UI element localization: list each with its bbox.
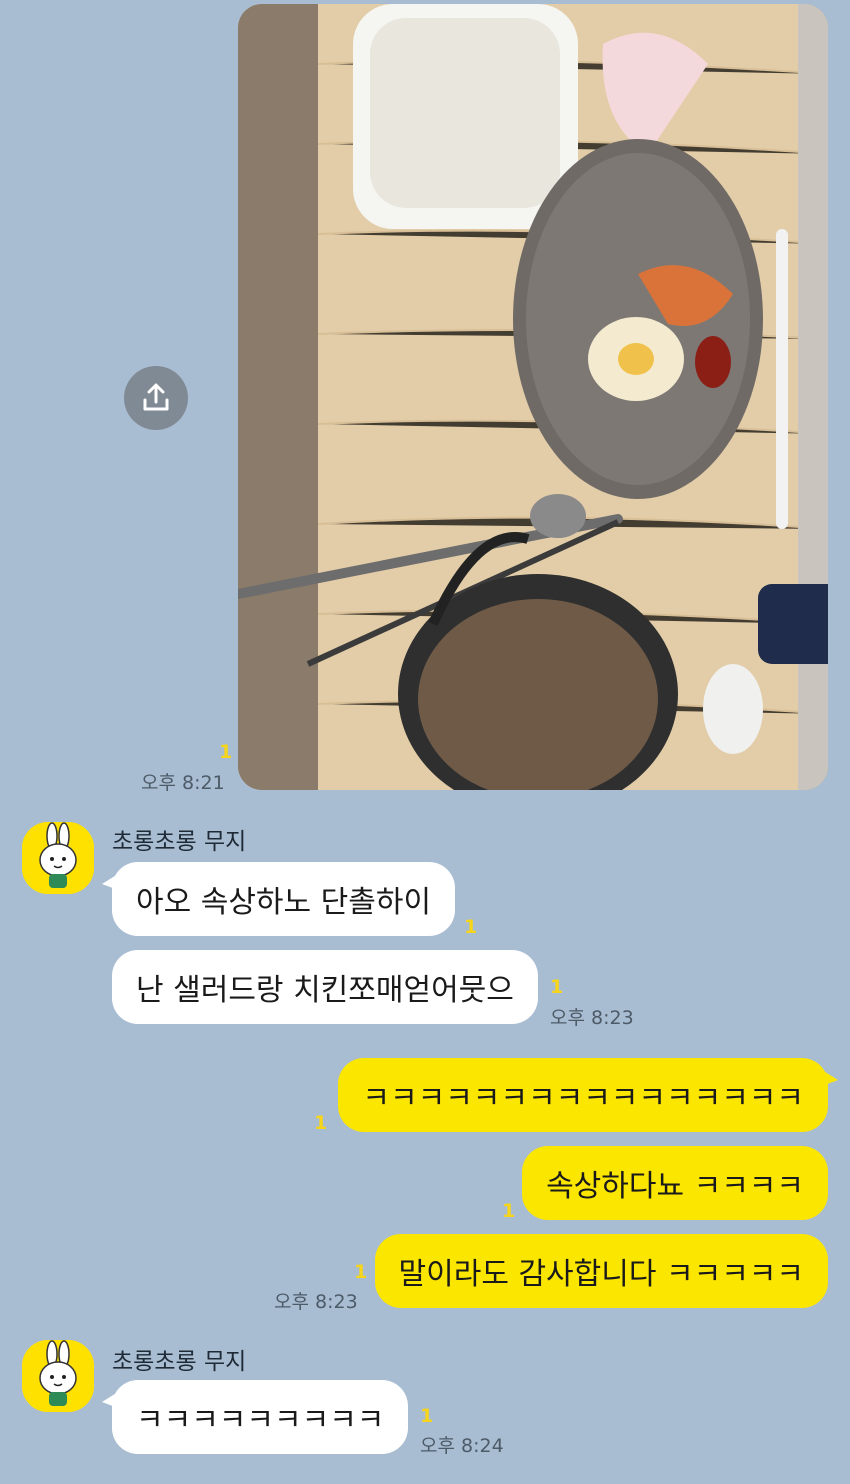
message-text: 아오 속상하노 단촐하이 [136,885,432,920]
message-time: 오후 8:21 [141,772,225,794]
unread-count: 1 [502,1200,516,1222]
bubble-tail [822,1070,838,1086]
bubble-tail [102,874,118,890]
muzi-avatar-icon [22,1340,94,1412]
muzi-avatar-icon [22,822,94,894]
unread-count: 1 [550,976,564,998]
message-bubble[interactable]: ㅋㅋㅋㅋㅋㅋㅋㅋㅋ [102,1380,409,1454]
sender-name: 초롱초롱 무지 [112,1349,247,1375]
share-icon [143,383,169,411]
message-bubble[interactable]: 난 샐러드랑 치킨쪼매얻어뭇으 [112,950,538,1024]
unread-count: 1 [314,1112,328,1134]
unread-count: 1 [354,1261,368,1283]
unread-count: 1 [219,741,233,763]
message-bubble[interactable]: 속상하다뇨 ㅋㅋㅋㅋ [522,1146,828,1220]
message-time: 오후 8:24 [420,1435,504,1457]
avatar[interactable] [22,1340,94,1412]
message-bubble[interactable]: ㅋㅋㅋㅋㅋㅋㅋㅋㅋㅋㅋㅋㅋㅋㅋㅋ [338,1058,838,1132]
message-time: 오후 8:23 [550,1007,634,1029]
message-text: ㅋㅋㅋㅋㅋㅋㅋㅋㅋㅋㅋㅋㅋㅋㅋㅋ [362,1081,804,1116]
message-text: 말이라도 감사합니다 ㅋㅋㅋㅋㅋ [398,1257,804,1292]
message-text: ㅋㅋㅋㅋㅋㅋㅋㅋㅋ [136,1403,385,1438]
message-text: 난 샐러드랑 치킨쪼매얻어뭇으 [136,973,514,1008]
message-time: 오후 8:23 [274,1291,358,1313]
unread-count: 1 [464,916,478,938]
share-button[interactable] [124,366,188,430]
sender-name: 초롱초롱 무지 [112,829,247,855]
food-tray-photo [238,4,828,790]
photo-message[interactable] [238,4,828,790]
message-text: 속상하다뇨 ㅋㅋㅋㅋ [546,1169,804,1204]
bubble-tail [102,1392,118,1408]
unread-count: 1 [420,1405,434,1427]
message-bubble[interactable]: 말이라도 감사합니다 ㅋㅋㅋㅋㅋ [374,1234,828,1308]
avatar[interactable] [22,822,94,894]
message-bubble[interactable]: 아오 속상하노 단촐하이 [102,862,456,936]
